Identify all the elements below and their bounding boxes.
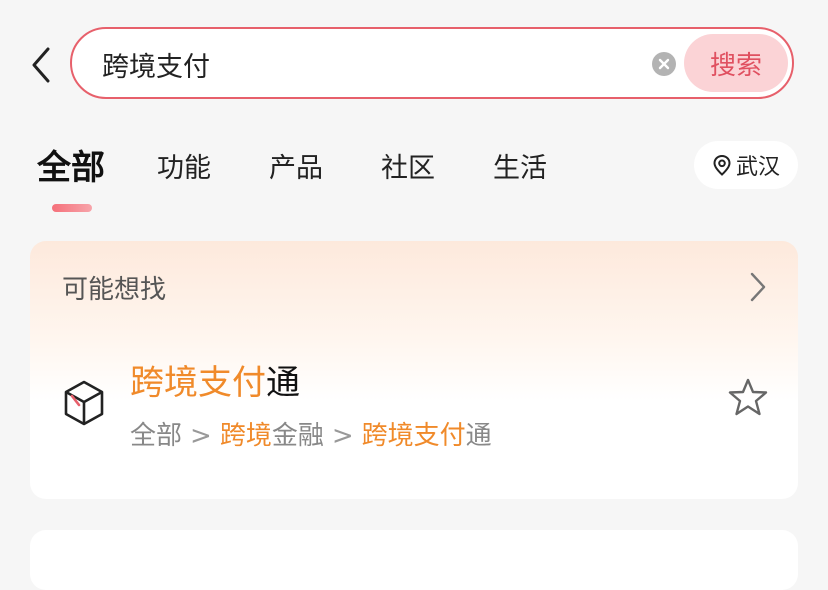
search-box: 搜索 — [70, 27, 794, 99]
suggestion-card: 可能想找 跨境支付通 全部 > 跨境金融 > 跨境支付通 — [30, 241, 798, 499]
tab-life[interactable]: 生活 — [493, 146, 547, 185]
tab-community[interactable]: 社区 — [381, 146, 435, 185]
chevron-right-icon[interactable] — [748, 271, 768, 303]
next-card — [30, 530, 798, 590]
result-title-rest: 通 — [266, 363, 300, 403]
path-part-3-rest: 通 — [465, 421, 492, 451]
suggestion-result[interactable]: 跨境支付通 全部 > 跨境金融 > 跨境支付通 — [30, 351, 798, 471]
card-header: 可能想找 — [62, 275, 167, 305]
path-separator: > — [190, 421, 212, 451]
path-part-2-rest: 金融 — [271, 421, 324, 451]
path-part-1: 全部 — [130, 421, 183, 451]
search-input[interactable] — [102, 45, 622, 83]
star-icon[interactable] — [728, 377, 768, 417]
location-selector[interactable]: 武汉 — [694, 141, 798, 189]
search-button[interactable]: 搜索 — [684, 34, 788, 92]
location-label: 武汉 — [735, 155, 780, 180]
path-separator: > — [331, 421, 354, 451]
result-title-highlight: 跨境支付 — [130, 363, 266, 403]
tab-all[interactable]: 全部 — [37, 140, 105, 189]
result-path: 全部 > 跨境金融 > 跨境支付通 — [130, 415, 492, 452]
location-pin-icon — [713, 154, 731, 176]
clear-icon[interactable] — [652, 52, 676, 76]
result-title: 跨境支付通 — [130, 355, 300, 404]
path-part-2-highlight: 跨境 — [219, 421, 272, 451]
active-tab-indicator — [52, 204, 92, 212]
back-button[interactable] — [26, 44, 56, 86]
tab-products[interactable]: 产品 — [269, 146, 323, 185]
cube-icon — [64, 380, 104, 426]
chevron-left-icon — [32, 47, 50, 83]
tab-functions[interactable]: 功能 — [157, 146, 211, 185]
path-part-3-highlight: 跨境支付 — [361, 421, 466, 451]
